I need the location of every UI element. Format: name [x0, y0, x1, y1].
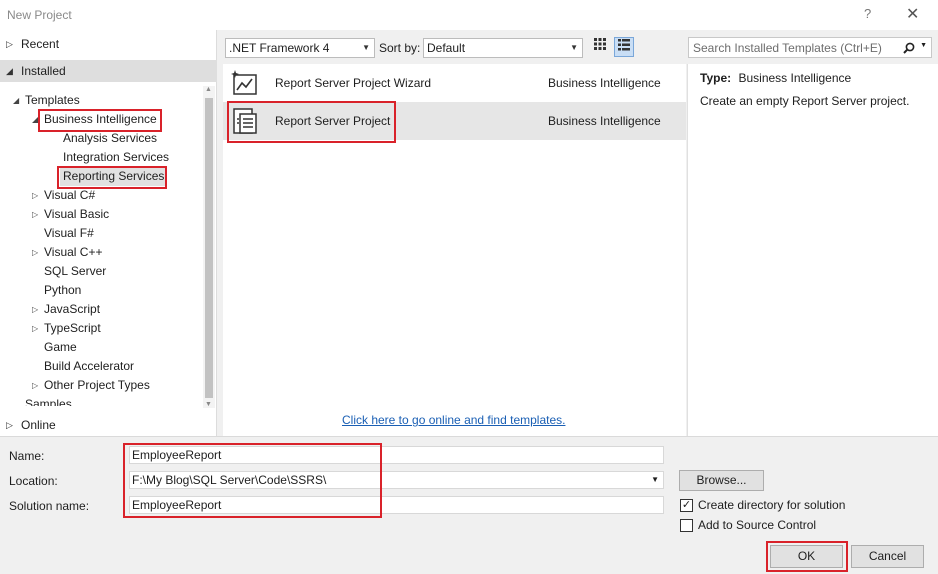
expand-arrow-icon[interactable]: ▷	[32, 186, 38, 205]
template-list: Report Server Project Wizard Business In…	[223, 64, 686, 436]
collapse-arrow-icon[interactable]: ◢	[13, 91, 19, 110]
scroll-down-icon[interactable]: ▼	[205, 401, 212, 408]
expand-arrow-icon[interactable]: ▷	[6, 33, 13, 55]
template-row[interactable]: Report Server Project Wizard Business In…	[223, 64, 686, 102]
browse-button[interactable]: Browse...	[679, 470, 764, 491]
solution-name-label: Solution name:	[9, 499, 90, 513]
window-title: New Project	[7, 8, 72, 22]
scrollbar-thumb[interactable]	[205, 98, 213, 398]
highlight-box	[38, 109, 162, 132]
online-templates-link[interactable]: Click here to go online and find templat…	[342, 413, 565, 427]
expand-arrow-icon[interactable]: ▷	[6, 414, 13, 436]
highlight-box	[123, 443, 382, 518]
sort-by-label: Sort by:	[379, 41, 421, 55]
report-wizard-icon	[231, 70, 257, 95]
help-icon[interactable]: ?	[864, 6, 871, 21]
tree-item-python[interactable]: Python	[44, 281, 81, 300]
grid-view-icon[interactable]	[590, 37, 610, 57]
highlight-box	[57, 166, 167, 189]
template-tree: ◢ Templates ◢ Business Intelligence Anal…	[0, 88, 201, 406]
tree-item-templates[interactable]: ◢ Templates	[13, 91, 80, 110]
tree-item-build-accelerator[interactable]: Build Accelerator	[44, 357, 134, 376]
nav-recent[interactable]: ▷ Recent	[0, 33, 217, 55]
template-type: Type: Business Intelligence	[700, 71, 852, 85]
tree-item-visual-fsharp[interactable]: Visual F#	[44, 224, 94, 243]
add-source-control-checkbox[interactable]	[680, 519, 693, 532]
sort-select[interactable]: Default ▼	[423, 38, 583, 58]
expand-arrow-icon[interactable]: ▷	[32, 376, 38, 395]
template-description: Create an empty Report Server project.	[700, 94, 910, 108]
add-source-control-label: Add to Source Control	[698, 518, 817, 532]
expand-arrow-icon[interactable]: ▷	[32, 205, 38, 224]
create-directory-label: Create directory for solution	[698, 498, 846, 512]
tree-scrollbar[interactable]: ▲ ▼	[203, 86, 215, 408]
expand-arrow-icon[interactable]: ▷	[32, 300, 38, 319]
nav-installed[interactable]: ◢ Installed	[0, 60, 217, 82]
tree-item-visual-basic[interactable]: ▷ Visual Basic	[32, 205, 109, 224]
location-label: Location:	[9, 474, 58, 488]
tree-item-sql-server[interactable]: SQL Server	[44, 262, 106, 281]
search-options-caret-icon[interactable]: ▼	[920, 42, 927, 49]
tree-item-typescript[interactable]: ▷ TypeScript	[32, 319, 101, 338]
template-details-pane: Type: Business Intelligence Create an em…	[687, 64, 938, 436]
framework-select[interactable]: .NET Framework 4 ▼	[225, 38, 375, 58]
create-directory-checkbox[interactable]: ✓	[680, 499, 693, 512]
tree-item-other-project-types[interactable]: ▷ Other Project Types	[32, 376, 150, 395]
title-bar: New Project ? ✕	[0, 0, 938, 30]
tree-item-integration-services[interactable]: Integration Services	[63, 148, 169, 167]
highlight-box	[227, 101, 396, 143]
tree-item-samples[interactable]: Samples	[25, 395, 72, 406]
name-label: Name:	[9, 449, 45, 463]
dropdown-caret-icon[interactable]: ▼	[651, 472, 659, 488]
cancel-button[interactable]: Cancel	[851, 545, 924, 568]
nav-online[interactable]: ▷ Online	[0, 414, 217, 436]
project-form: Name: EmployeeReport Location: F:\My Blo…	[0, 436, 938, 574]
collapse-arrow-icon[interactable]: ◢	[6, 60, 13, 82]
highlight-box	[766, 541, 848, 572]
tree-item-javascript[interactable]: ▷ JavaScript	[32, 300, 100, 319]
tree-item-visual-cpp[interactable]: ▷ Visual C++	[32, 243, 102, 262]
dropdown-caret-icon: ▼	[362, 43, 370, 52]
expand-arrow-icon[interactable]: ▷	[32, 243, 38, 262]
left-nav-panel: ▷ Recent ◢ Installed ◢ Templates ◢ Busin…	[0, 30, 217, 436]
search-icon[interactable]	[903, 39, 915, 57]
expand-arrow-icon[interactable]: ▷	[32, 319, 38, 338]
tree-item-game[interactable]: Game	[44, 338, 77, 357]
close-icon[interactable]: ✕	[906, 4, 919, 24]
dropdown-caret-icon: ▼	[570, 43, 578, 52]
search-templates-input[interactable]: Search Installed Templates (Ctrl+E) ▼	[688, 37, 932, 58]
scroll-up-icon[interactable]: ▲	[205, 86, 212, 93]
list-view-icon[interactable]	[614, 37, 634, 57]
